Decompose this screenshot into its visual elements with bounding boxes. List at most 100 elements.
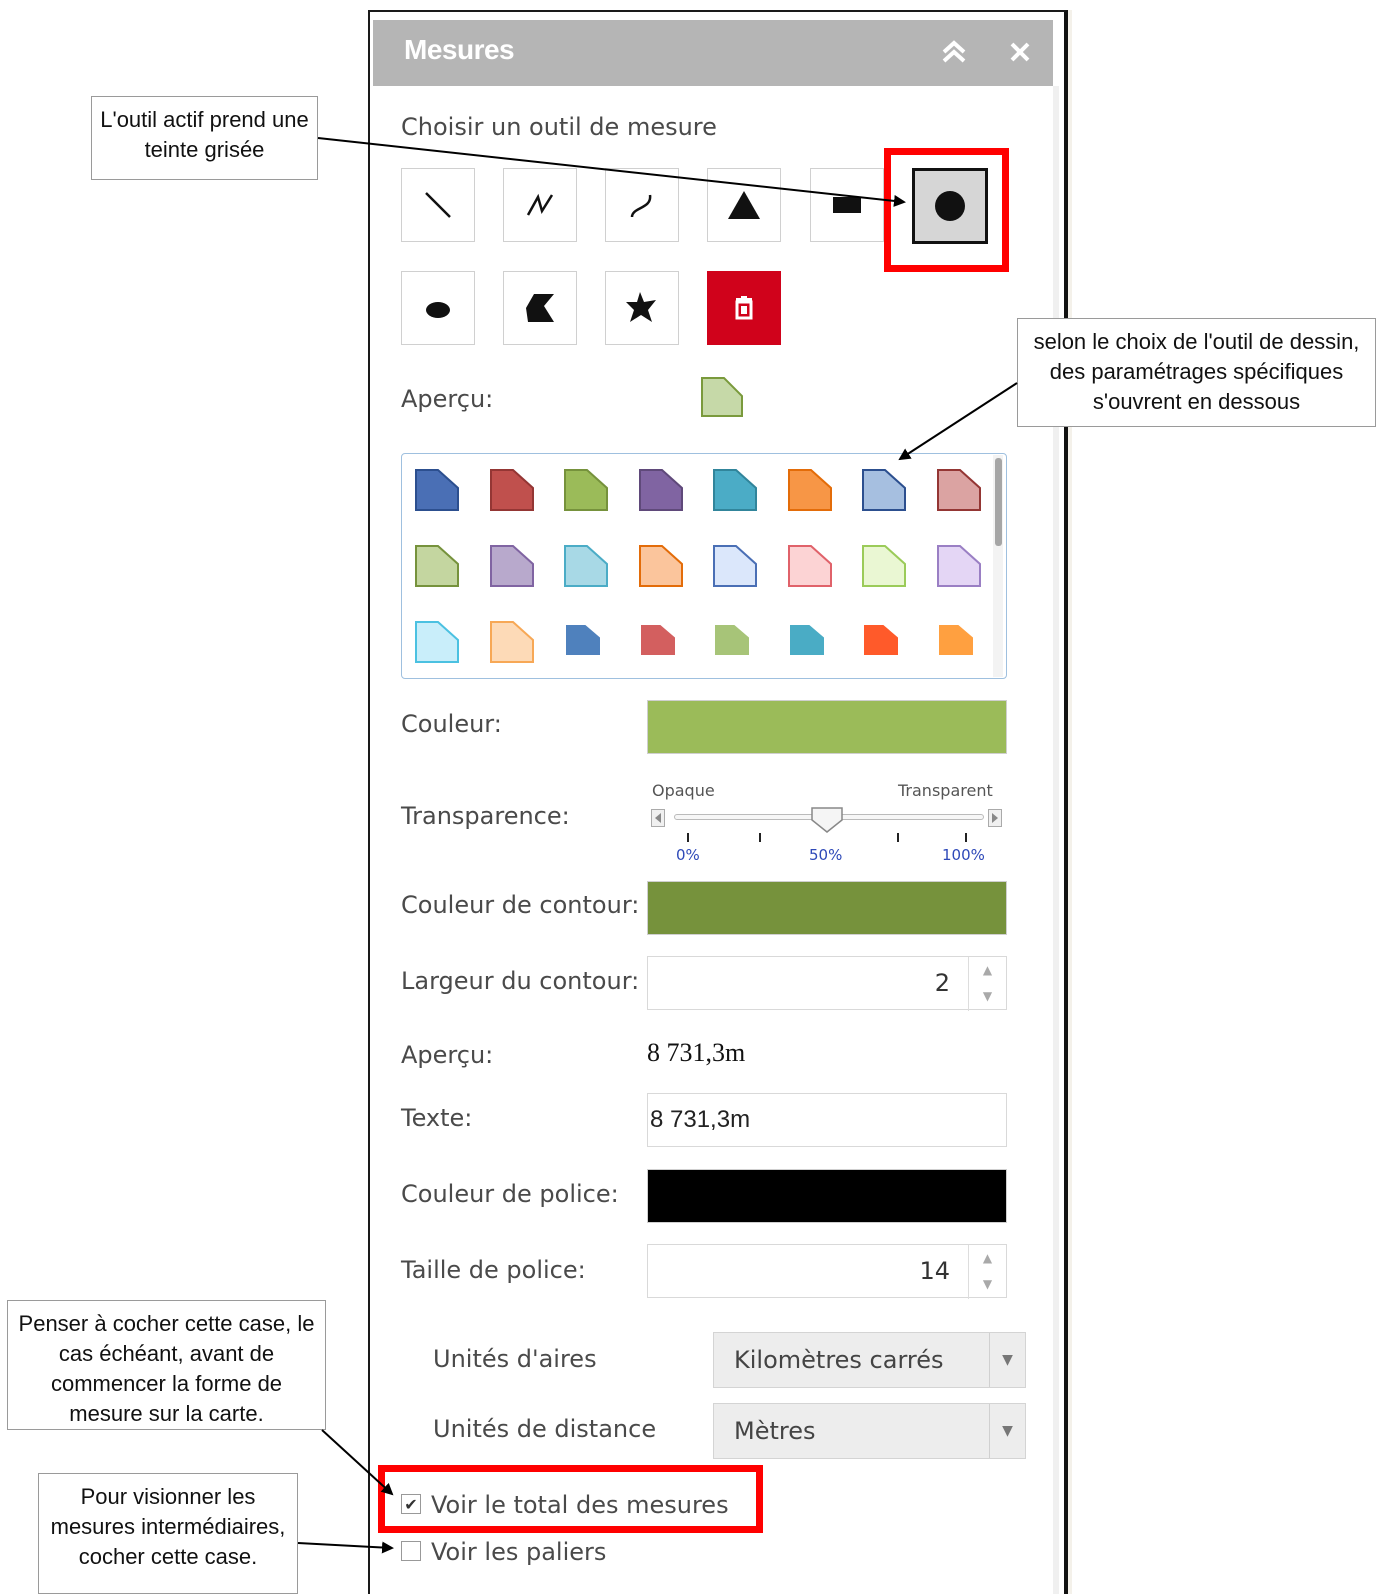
- outline-width-spinner[interactable]: ▲ ▼: [968, 957, 1006, 1011]
- ellipse-tool-button[interactable]: [401, 271, 475, 345]
- palette-swatch[interactable]: [787, 468, 833, 512]
- callout-check-steps: Pour visionner les mesures intermédiaire…: [38, 1473, 298, 1594]
- palette-swatch[interactable]: [787, 544, 833, 588]
- line-tool-icon: [425, 192, 451, 218]
- show-total-checkbox[interactable]: ✔: [401, 1494, 421, 1514]
- transparency-label: Transparence:: [401, 802, 570, 830]
- outline-color-label: Couleur de contour:: [401, 891, 640, 919]
- palette-swatch[interactable]: [712, 468, 758, 512]
- palette-swatch[interactable]: [638, 468, 684, 512]
- panel-title: Mesures: [404, 34, 515, 65]
- text-input[interactable]: 8 731,3m: [647, 1093, 1007, 1147]
- text-preview-label: Aperçu:: [401, 1041, 494, 1069]
- slider-increase-button[interactable]: [988, 809, 1002, 827]
- caret-right-icon: [992, 813, 998, 823]
- circle-tool-icon: [935, 191, 965, 221]
- symbol-palette[interactable]: [401, 453, 1007, 679]
- triangle-tool-button[interactable]: [707, 168, 781, 242]
- palette-swatch[interactable]: [414, 544, 460, 588]
- palette-swatch[interactable]: [861, 620, 907, 664]
- callout-active-tool: L'outil actif prend une teinte grisée: [91, 96, 318, 180]
- callout-line: mesures intermédiaires,: [50, 1514, 286, 1539]
- trash-icon: [735, 296, 753, 320]
- palette-swatch[interactable]: [414, 620, 460, 664]
- spinner-down-icon[interactable]: ▼: [969, 1271, 1006, 1297]
- palette-swatch[interactable]: [638, 620, 684, 664]
- triangle-tool-icon: [728, 191, 760, 219]
- palette-swatch[interactable]: [936, 620, 982, 664]
- callout-line: cas échéant, avant de: [58, 1341, 275, 1366]
- color-label: Couleur:: [401, 710, 502, 738]
- polyline-tool-button[interactable]: [503, 168, 577, 242]
- rectangle-tool-button[interactable]: [810, 168, 884, 242]
- area-units-label: Unités d'aires: [433, 1345, 597, 1373]
- outline-width-input[interactable]: 2 ▲ ▼: [647, 956, 1007, 1011]
- palette-scroll-thumb[interactable]: [995, 458, 1002, 546]
- spinner-up-icon[interactable]: ▲: [969, 957, 1006, 983]
- show-total-label[interactable]: Voir le total des mesures: [431, 1491, 729, 1519]
- callout-line: selon le choix de l'outil de dessin,: [1033, 329, 1360, 354]
- freehand-line-tool-button[interactable]: [605, 168, 679, 242]
- font-size-input[interactable]: 14 ▲ ▼: [647, 1244, 1007, 1299]
- line-tool-button[interactable]: [401, 168, 475, 242]
- close-icon[interactable]: [1008, 38, 1032, 71]
- palette-swatch[interactable]: [712, 544, 758, 588]
- callout-line: s'ouvrent en dessous: [1092, 389, 1301, 414]
- palette-swatch[interactable]: [489, 620, 535, 664]
- polygon-tool-button[interactable]: [503, 271, 577, 345]
- palette-swatch[interactable]: [861, 468, 907, 512]
- show-steps-label[interactable]: Voir les paliers: [431, 1538, 606, 1566]
- area-units-select[interactable]: Kilomètres carrés ▼: [713, 1332, 1026, 1388]
- palette-swatch[interactable]: [563, 544, 609, 588]
- slider-ticks: [687, 833, 967, 842]
- callout-line: commencer la forme de: [50, 1371, 283, 1396]
- polyline-tool-icon: [526, 193, 554, 216]
- freehand-polygon-tool-button[interactable]: [605, 271, 679, 345]
- palette-swatch[interactable]: [936, 544, 982, 588]
- callout-line: cocher cette case.: [78, 1544, 258, 1569]
- double-chevron-up-icon[interactable]: [940, 38, 968, 71]
- ellipse-tool-icon: [426, 302, 450, 318]
- palette-swatch[interactable]: [638, 544, 684, 588]
- palette-swatch[interactable]: [563, 620, 609, 664]
- freehand-polygon-tool-icon: [626, 292, 656, 322]
- font-color-picker[interactable]: [647, 1169, 1007, 1223]
- fill-color-picker[interactable]: [647, 700, 1007, 754]
- callout-line: Pour visionner les: [80, 1484, 256, 1509]
- font-size-label: Taille de police:: [401, 1256, 586, 1284]
- outline-width-value: 2: [934, 969, 950, 997]
- area-units-value: Kilomètres carrés: [734, 1346, 944, 1374]
- delete-button[interactable]: [707, 271, 781, 345]
- callout-line: mesure sur la carte.: [69, 1401, 264, 1426]
- palette-swatch[interactable]: [414, 468, 460, 512]
- slider-decrease-button[interactable]: [651, 809, 665, 827]
- slider-transparent-label: Transparent: [898, 781, 993, 800]
- palette-swatch[interactable]: [563, 468, 609, 512]
- slider-tick-label-0: 0%: [676, 846, 700, 864]
- font-size-spinner[interactable]: ▲ ▼: [968, 1245, 1006, 1299]
- palette-swatch[interactable]: [861, 544, 907, 588]
- palette-swatch[interactable]: [936, 468, 982, 512]
- font-color-label: Couleur de police:: [401, 1180, 619, 1208]
- spinner-up-icon[interactable]: ▲: [969, 1245, 1006, 1271]
- font-size-value: 14: [919, 1257, 950, 1285]
- callout-line: teinte grisée: [144, 137, 265, 162]
- chevron-down-icon[interactable]: ▼: [989, 1333, 1025, 1387]
- palette-swatch[interactable]: [712, 620, 758, 664]
- palette-swatch[interactable]: [489, 544, 535, 588]
- spinner-down-icon[interactable]: ▼: [969, 983, 1006, 1009]
- circle-tool-button[interactable]: [912, 168, 988, 244]
- outline-color-picker[interactable]: [647, 881, 1007, 935]
- palette-swatch[interactable]: [489, 468, 535, 512]
- palette-swatch[interactable]: [787, 620, 833, 664]
- text-preview-value: 8 731,3m: [647, 1038, 746, 1067]
- callout-line: des paramétrages spécifiques: [1049, 359, 1344, 384]
- callout-line: L'outil actif prend une: [100, 107, 309, 132]
- panel-scrollbar[interactable]: [1053, 86, 1059, 1594]
- callout-settings: selon le choix de l'outil de dessin, des…: [1017, 318, 1376, 427]
- text-label: Texte:: [401, 1104, 473, 1132]
- distance-units-select[interactable]: Mètres ▼: [713, 1403, 1026, 1459]
- freehand-line-tool-icon: [630, 194, 652, 218]
- chevron-down-icon[interactable]: ▼: [989, 1404, 1025, 1458]
- show-steps-checkbox[interactable]: [401, 1541, 421, 1561]
